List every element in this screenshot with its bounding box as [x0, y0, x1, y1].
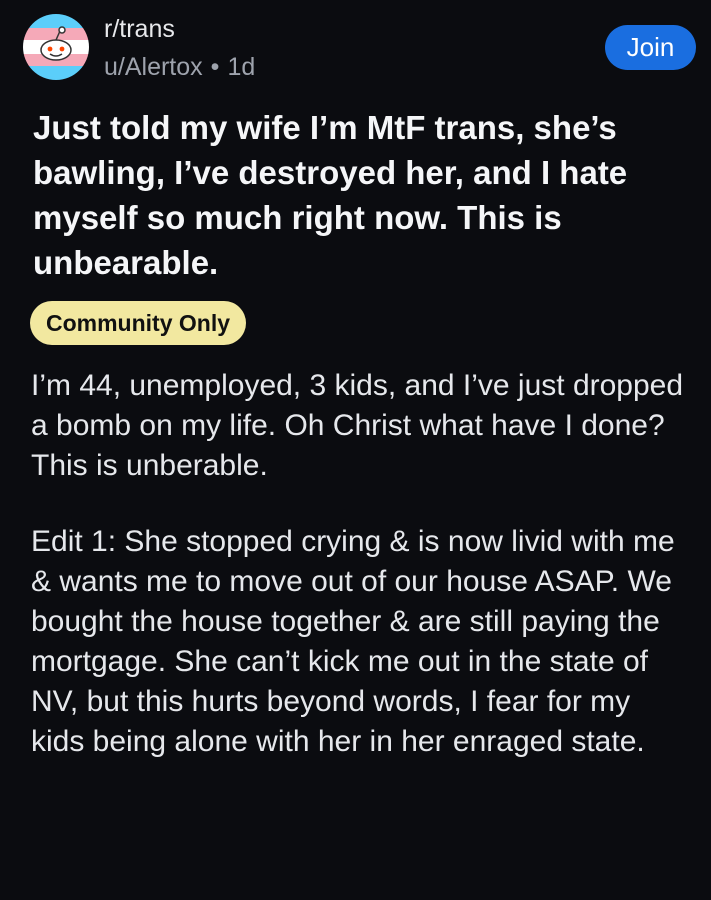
post-body-paragraph-edit: Edit 1: She stopped crying & is now livi… — [31, 525, 675, 758]
post-age: 1d — [227, 53, 256, 81]
post-flair-badge[interactable]: Community Only — [30, 301, 247, 345]
post-body-paragraph: I’m 44, unemployed, 3 kids, and I’ve jus… — [31, 369, 684, 482]
post-meta: u/Alertox • 1d — [104, 52, 255, 82]
join-button[interactable]: Join — [605, 25, 696, 70]
post-title: Just told my wife I’m MtF trans, she’s b… — [33, 109, 628, 281]
subreddit-avatar-icon[interactable] — [23, 14, 89, 80]
subreddit-name[interactable]: r/trans — [104, 14, 175, 44]
author-link[interactable]: u/Alertox — [104, 53, 203, 81]
meta-separator: • — [210, 53, 220, 81]
post-header: r/trans u/Alertox • 1d Join — [0, 0, 711, 100]
